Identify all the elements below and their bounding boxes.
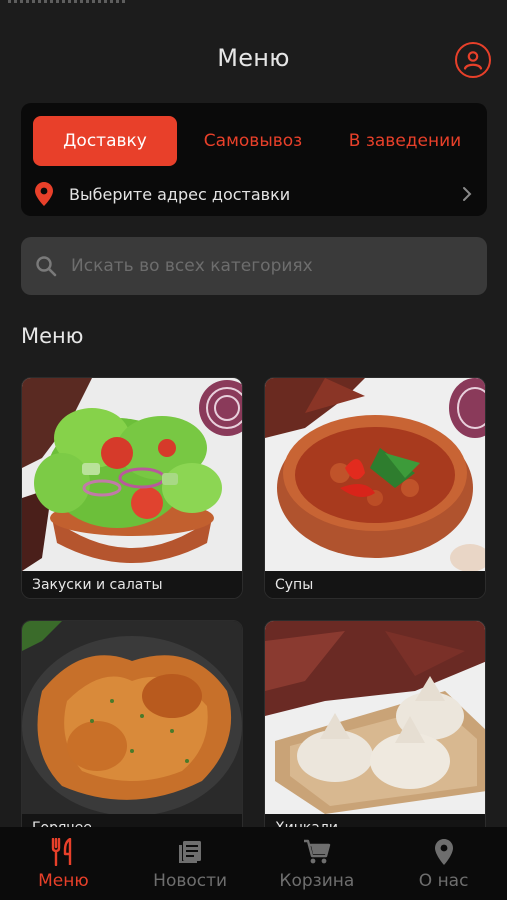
grilled-chicken-photo [22,621,242,814]
category-card-salads[interactable]: Закуски и салаты [21,377,243,599]
category-card-soups[interactable]: Супы [264,377,486,599]
category-card-khinkali[interactable]: Хинкали [264,620,486,850]
cart-icon [303,837,331,867]
nav-item-about[interactable]: О нас [380,827,507,900]
nav-label: Меню [38,870,89,891]
nav-label: Новости [153,870,228,891]
location-pin-icon [434,837,453,867]
menu-section-title: Меню [21,324,84,348]
status-bar [0,0,507,8]
nav-item-menu[interactable]: Меню [0,827,127,900]
news-icon [177,837,203,867]
profile-button[interactable] [455,42,491,78]
nav-label: Корзина [279,870,355,891]
chevron-right-icon [459,185,475,203]
user-icon [463,51,483,70]
search-bar[interactable] [21,237,487,295]
address-selector[interactable]: Выберите адрес доставки [33,179,475,209]
nav-item-cart[interactable]: Корзина [254,827,381,900]
khinkali-photo [265,621,485,814]
delivery-mode-card: Доставку Самовывоз В заведении Выберите … [21,103,487,216]
salad-photo [22,378,242,571]
search-input[interactable] [71,256,451,276]
nav-item-news[interactable]: Новости [127,827,254,900]
tab-dine-in[interactable]: В заведении [337,116,473,166]
fork-knife-icon [51,837,75,867]
page-title: Меню [217,44,290,72]
category-card-hot-dishes[interactable]: Горячее [21,620,243,850]
soup-photo [265,378,485,571]
nav-label: О нас [418,870,469,891]
category-label: Супы [265,571,485,598]
address-prompt: Выберите адрес доставки [69,184,291,204]
category-label: Закуски и салаты [22,571,242,598]
search-icon [36,256,57,277]
location-pin-icon [33,181,55,207]
tab-pickup[interactable]: Самовывоз [193,116,313,166]
menu-screen: Меню Доставку Самовывоз В заведении Выбе… [0,0,507,900]
bottom-navigation: Меню Новости Корзина О нас [0,827,507,900]
tab-delivery[interactable]: Доставку [33,116,177,166]
